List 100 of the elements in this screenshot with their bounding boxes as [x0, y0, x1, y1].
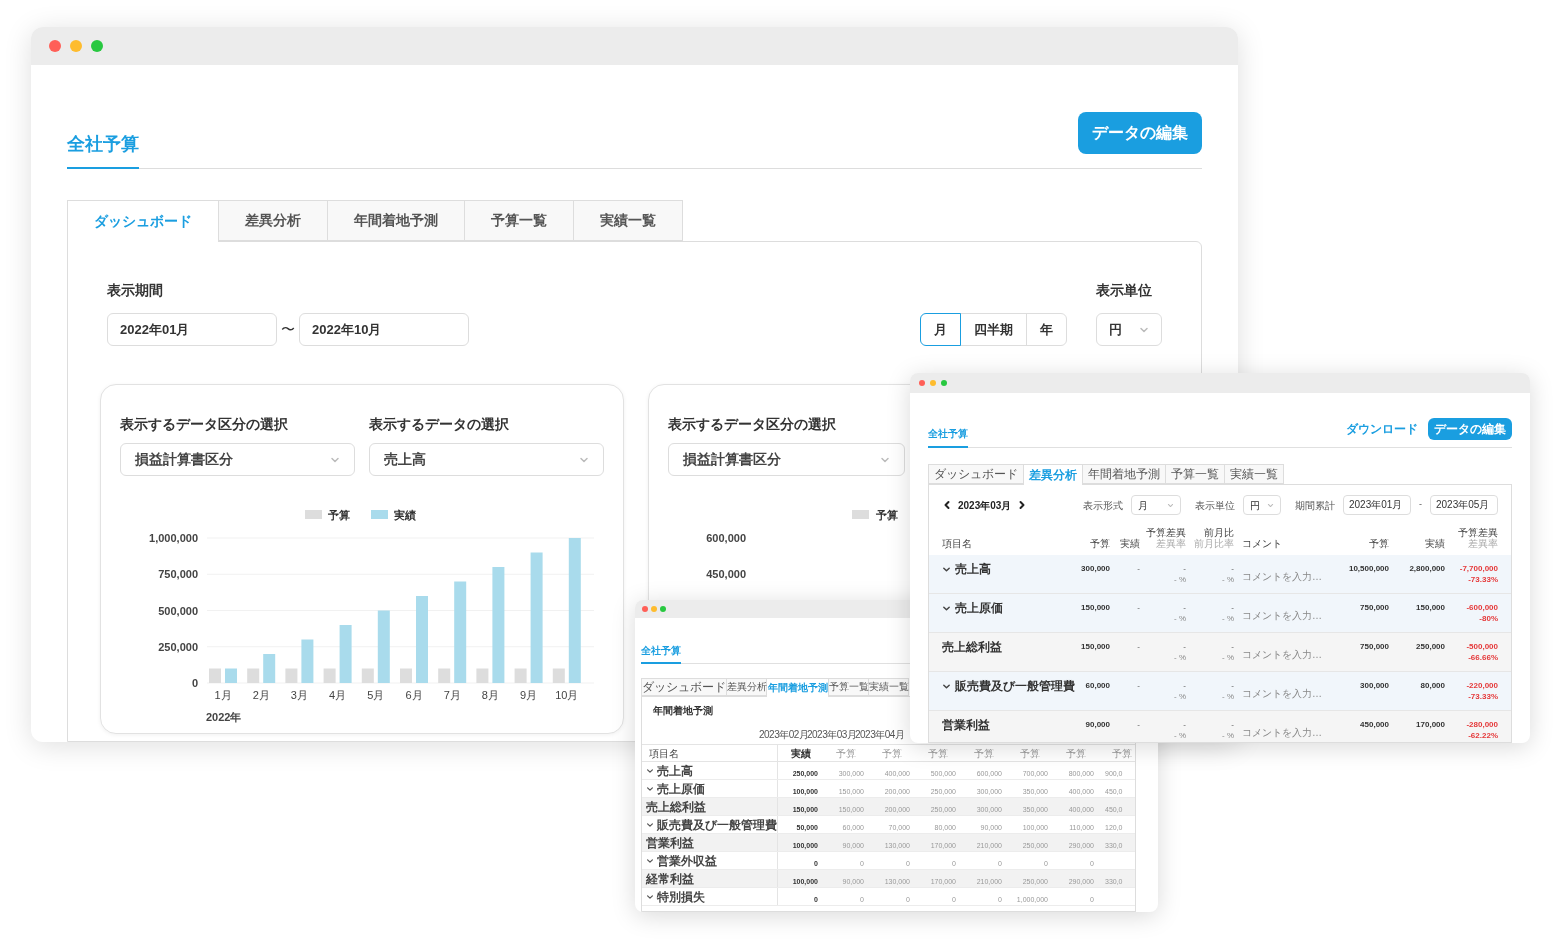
tab[interactable]: 実績一覧 — [869, 678, 909, 696]
date-field[interactable]: 2022年01月 — [107, 313, 277, 346]
table-cell: 150,000 — [1416, 602, 1445, 613]
legend-label: 予算 — [876, 509, 898, 521]
table-cell: - — [1183, 641, 1186, 652]
chevron-icon — [942, 565, 951, 574]
date-field[interactable]: 2022年10月 — [299, 313, 469, 346]
table-cell: -62.22% — [1468, 730, 1498, 741]
tab[interactable]: ダッシュボード — [928, 464, 1024, 484]
tab[interactable]: 実績一覧 — [574, 200, 683, 241]
bar — [400, 668, 412, 683]
field-label: 表示期間 — [107, 281, 164, 300]
chevron-icon — [942, 682, 951, 691]
row-label: 特別損失 — [657, 889, 705, 904]
period-toggle[interactable]: 月 — [920, 313, 961, 346]
table-cell: - % — [1222, 652, 1234, 663]
date-field[interactable]: 2023年05月 — [1430, 495, 1498, 515]
legend-swatch — [852, 510, 869, 519]
axis-title: 2022年 — [206, 711, 242, 723]
chevron-icon — [646, 892, 654, 901]
row-label: 売上原価 — [955, 602, 1003, 615]
field-label: 表示単位 — [1195, 498, 1235, 513]
tab[interactable]: 予算一覧 — [465, 200, 574, 241]
date-field[interactable]: 2023年01月 — [1343, 495, 1411, 515]
dropdown[interactable]: 損益計算書区分 — [120, 443, 355, 476]
table-cell: 170,000 — [1416, 719, 1445, 730]
period-toggle[interactable]: 年 — [1026, 313, 1067, 346]
field-label: 表示形式 — [1083, 498, 1123, 513]
tab[interactable]: 予算一覧 — [1166, 464, 1225, 484]
dropdown[interactable]: 月 — [1131, 495, 1181, 515]
comment-field[interactable]: コメントを入力… — [1242, 571, 1332, 582]
close-button[interactable] — [919, 380, 925, 386]
bar — [209, 668, 221, 683]
column-header: 実績 — [1424, 538, 1445, 549]
table-cell: 250,000 — [1416, 641, 1445, 652]
section-heading: 年間着地予測 — [653, 705, 713, 717]
page-title: 全社予算 — [641, 643, 681, 664]
maximize-button[interactable] — [660, 606, 666, 612]
row-label: 経常利益 — [646, 871, 694, 886]
table-cell: -280,000 — [1466, 719, 1498, 730]
tab[interactable]: 予算一覧 — [829, 678, 869, 696]
axis-label: 600,000 — [706, 532, 746, 544]
dropdown[interactable]: 売上高 — [369, 443, 604, 476]
column-header: 予算 — [927, 746, 949, 761]
column-header: 項目名 — [642, 745, 778, 761]
bar — [438, 668, 451, 683]
previous-month-button[interactable] — [942, 500, 952, 510]
field-label: 表示するデータの選択 — [369, 415, 510, 433]
maximize-button[interactable] — [941, 380, 947, 386]
dropdown[interactable]: 円 — [1243, 495, 1281, 515]
column-header: 予算 — [1089, 538, 1110, 549]
table-cell: - — [1231, 641, 1234, 652]
page-title: 全社予算 — [928, 426, 968, 448]
comment-field[interactable]: コメントを入力… — [1242, 610, 1332, 621]
unit-select[interactable]: 円 — [1096, 313, 1162, 346]
bar — [552, 668, 565, 683]
table-cell: -73.33% — [1468, 691, 1498, 702]
column-header: 実績 — [789, 746, 812, 761]
table-cell: - — [1231, 719, 1234, 730]
field-label: 表示単位 — [1096, 281, 1153, 300]
column-header: 予算差異 — [1145, 527, 1186, 538]
dropdown[interactable]: 損益計算書区分 — [668, 443, 905, 476]
table-cell: 750,000 — [1360, 641, 1389, 652]
table-cell: - — [1231, 680, 1234, 691]
table-cell: 10,500,000 — [1348, 563, 1389, 574]
column-header: 項目名 — [942, 538, 973, 549]
row-label: 売上高 — [955, 563, 991, 576]
table-cell: 450,000 — [1360, 719, 1389, 730]
column-header: 予算 — [835, 746, 857, 761]
period-toggle[interactable]: 四半期 — [960, 313, 1027, 346]
minimize-button[interactable] — [651, 606, 657, 612]
table-cell: - % — [1222, 730, 1234, 741]
bar — [361, 668, 374, 683]
comment-field[interactable]: コメントを入力… — [1242, 688, 1332, 699]
table-cell: 60,000 — [1085, 680, 1110, 691]
maximize-button[interactable] — [91, 40, 103, 52]
table-cell: 150,000 — [1081, 602, 1110, 613]
table-cell: - % — [1222, 613, 1234, 624]
chevron-icon — [646, 820, 654, 829]
bar — [339, 625, 352, 683]
table-cell: -500,000 — [1466, 641, 1498, 652]
minimize-button[interactable] — [70, 40, 82, 52]
row-label: 販売費及び一般管理費 — [955, 680, 1075, 693]
tab[interactable]: 差異分析 — [727, 678, 767, 696]
legend-label: 実績 — [394, 509, 416, 521]
comment-field[interactable]: コメントを入力… — [1242, 649, 1332, 660]
minimize-button[interactable] — [930, 380, 936, 386]
bar — [301, 639, 314, 683]
current-month: 2023年03月 — [958, 498, 1012, 513]
tab[interactable]: 差異分析 — [219, 200, 328, 241]
tab[interactable]: 実績一覧 — [1225, 464, 1284, 484]
column-header: コメント — [1242, 538, 1283, 549]
tab[interactable]: 年間着地予測 — [328, 200, 465, 241]
tab[interactable]: ダッシュボード — [641, 678, 727, 696]
close-button[interactable] — [49, 40, 61, 52]
close-button[interactable] — [642, 606, 648, 612]
bar — [514, 668, 527, 683]
column-header: 予算 — [881, 746, 903, 761]
comment-field[interactable]: コメントを入力… — [1242, 727, 1332, 738]
tab[interactable]: 年間着地予測 — [1083, 464, 1166, 484]
